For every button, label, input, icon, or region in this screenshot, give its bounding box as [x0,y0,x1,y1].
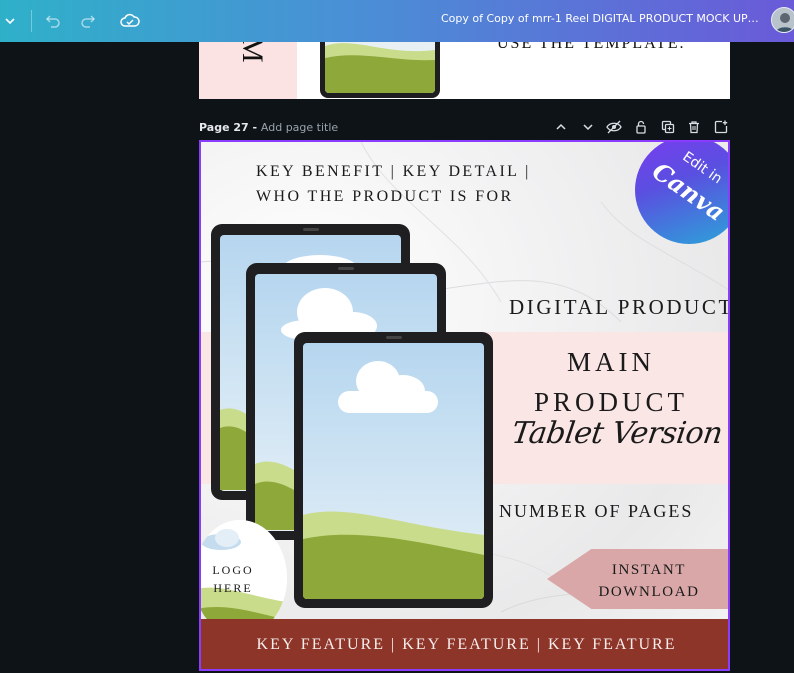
previous-page-canvas[interactable]: M USE THE TEMPLATE. [199,42,730,99]
key-feature-text[interactable]: KEY FEATURE | KEY FEATURE | KEY FEATURE [201,636,728,654]
trash-icon[interactable] [681,117,708,137]
page-header-label[interactable]: Page 27 - Add page title [199,121,338,134]
hide-eye-icon[interactable] [601,117,628,137]
logo-here-text[interactable]: LOGO HERE [209,561,257,597]
tablet-mockup-front[interactable] [294,332,493,608]
cta-line-2: DOWNLOAD [598,584,700,600]
undo-icon[interactable] [41,9,65,33]
page-number: Page 27 [199,121,249,134]
subtitle-line-2: WHO THE PRODUCT IS FOR [256,188,514,205]
redo-icon[interactable] [76,9,100,33]
chevron-down-icon[interactable] [575,117,602,137]
chevron-up-icon[interactable] [548,117,575,137]
cta-line-1: INSTANT [611,562,687,578]
tablet-screen [303,343,484,599]
digital-product-heading[interactable]: DIGITAL PRODUCT [509,295,728,320]
number-of-pages-text[interactable]: NUMBER OF PAGES [499,501,693,522]
tablet-version-script[interactable]: Tablet Version [495,416,728,451]
lock-icon[interactable] [628,117,655,137]
avatar[interactable] [771,7,794,33]
page-label-separator: - [248,121,261,134]
main-title-line-1: MAIN [567,347,655,377]
logo-line-1: LOGO [212,563,254,577]
page-toolbar [548,117,734,137]
tablet-mockup [320,42,440,98]
tablet-camera [302,228,319,231]
editor-top-bar: Copy of Copy of mrr-1 Reel DIGITAL PRODU… [0,0,794,42]
chevron-down-icon[interactable] [0,9,22,33]
hill-illustration [255,461,294,530]
toolbar-divider [31,10,32,32]
tablet-camera [385,336,402,339]
document-title[interactable]: Copy of Copy of mrr-1 Reel DIGITAL PRODU… [441,12,761,25]
page-title-input[interactable]: Add page title [261,121,338,134]
hill-illustration [220,408,246,490]
cloud-check-icon[interactable] [118,9,142,33]
instant-download-text[interactable]: INSTANT DOWNLOAD [589,559,709,603]
subtitle-line-1: KEY BENEFIT | KEY DETAIL | [256,163,531,180]
logo-line-2: HERE [213,581,253,595]
add-page-icon[interactable] [708,117,735,137]
previous-page-text: USE THE TEMPLATE. [497,42,686,52]
vertical-heading-fragment: M [236,42,269,63]
key-benefit-text[interactable]: KEY BENEFIT | KEY DETAIL | WHO THE PRODU… [256,159,531,209]
tablet-screen [325,42,435,93]
tablet-camera [338,267,354,270]
main-product-title[interactable]: MAIN PRODUCT [491,342,728,422]
duplicate-icon[interactable] [654,117,681,137]
design-page-canvas[interactable]: KEY BENEFIT | KEY DETAIL | WHO THE PRODU… [199,140,730,671]
